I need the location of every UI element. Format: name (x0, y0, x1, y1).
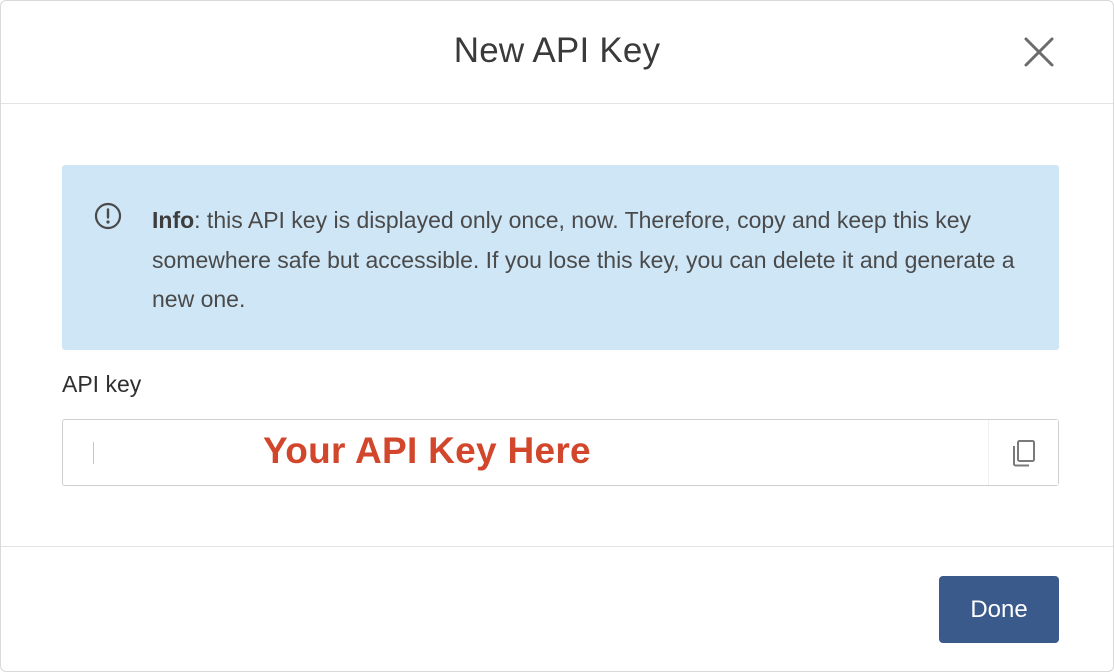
dialog-title: New API Key (453, 31, 661, 70)
new-api-key-dialog: New API Key Info: this API key is displa… (0, 0, 1114, 672)
api-key-field[interactable]: Your API Key Here (62, 419, 1059, 486)
dialog-footer: Done (1, 546, 1113, 671)
dialog-header: New API Key (1, 1, 1113, 104)
info-message: Info: this API key is displayed only onc… (152, 201, 1032, 320)
done-button[interactable]: Done (939, 576, 1059, 643)
text-cursor (93, 442, 94, 464)
api-key-label: API key (62, 371, 142, 397)
info-circle-icon (94, 202, 122, 230)
info-message-text: : this API key is displayed only once, n… (152, 207, 1015, 312)
close-icon (1024, 37, 1054, 67)
copy-button[interactable] (988, 420, 1058, 485)
info-banner: Info: this API key is displayed only onc… (62, 165, 1059, 350)
api-key-value: Your API Key Here (263, 430, 591, 471)
copy-icon (1012, 439, 1035, 466)
dialog-body: Info: this API key is displayed only onc… (1, 105, 1113, 546)
info-label: Info (152, 207, 195, 233)
close-button[interactable] (1019, 32, 1059, 72)
